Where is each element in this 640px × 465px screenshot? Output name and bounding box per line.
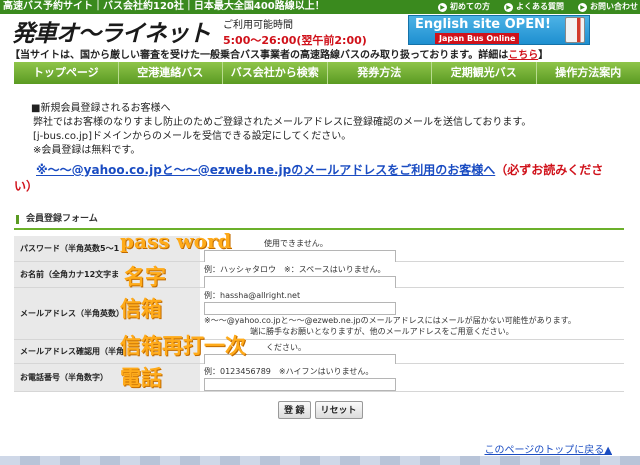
reset-button[interactable]: リセット bbox=[314, 401, 363, 419]
annotation-email-confirm: 信箱再打一次 bbox=[120, 333, 246, 358]
footer-strip bbox=[0, 456, 640, 465]
service-hours: ご利用可能時間 5:00〜26:00(翌午前2:00) bbox=[223, 16, 367, 48]
nav-sightseeing-bus[interactable]: 定期観光バス bbox=[432, 62, 537, 84]
phone-label: お電話番号（半角数字） bbox=[14, 364, 200, 391]
form-row-password: パスワード（半角英数5〜1 使用できません。 bbox=[14, 236, 624, 263]
top-links: ▶ 初めての方 ▶ よくある質問 ▶ お問い合わせ bbox=[424, 0, 638, 14]
header: 発車オ～ライネット ご利用可能時間 5:00〜26:00(翌午前2:00) En… bbox=[0, 14, 640, 47]
registration-intro: ■新規会員登録されるお客様へ 弊社ではお客様のなりすまし防止のためご登録されたメ… bbox=[31, 102, 532, 158]
email-warning-link[interactable]: ※〜〜@yahoo.co.jpと〜〜@ezweb.ne.jpのメールアドレスをご… bbox=[36, 163, 495, 177]
email-example: 例：hassha@allright.net bbox=[204, 291, 301, 300]
form-section-title: 会員登録フォーム bbox=[14, 213, 624, 226]
annotation-name: 名字 bbox=[124, 264, 166, 289]
arrow-circle-icon: ▶ bbox=[504, 2, 513, 12]
site-logo[interactable]: 発車オ～ライネット bbox=[12, 14, 211, 48]
english-site-banner[interactable]: English site OPEN! Japan Bus Online bbox=[408, 15, 590, 45]
intro-heading: ■新規会員登録されるお客様へ bbox=[31, 103, 171, 114]
top-bar: 高速バス予約サイト｜バス会社約120社｜日本最大全国400路線以上！ ▶ 初めての… bbox=[0, 0, 640, 14]
back-to-top-link[interactable]: このページのトップに戻る▲ bbox=[485, 441, 613, 456]
hours-label: ご利用可能時間 bbox=[223, 20, 293, 31]
arrow-circle-icon: ▶ bbox=[578, 2, 587, 12]
arrow-circle-icon: ▶ bbox=[438, 2, 447, 12]
name-label: お名前（全角カナ12文字ま bbox=[14, 262, 200, 287]
main-nav: トップページ 空港連絡バス バス会社から検索 発券方法 定期観光バス 操作方法案… bbox=[14, 62, 640, 84]
email-input[interactable] bbox=[204, 302, 396, 315]
name-hint: 例：ハッシャタロウ ※：スペースはいりません。 bbox=[204, 265, 386, 274]
email-warning: ※〜〜@yahoo.co.jpと〜〜@ezweb.ne.jpのメールアドレスをご… bbox=[14, 163, 604, 193]
phone-input[interactable] bbox=[204, 378, 396, 391]
email-confirm-hint: ください。 bbox=[266, 343, 306, 352]
form-row-email-confirm: メールアドレス確認用（半角 ください。 bbox=[14, 340, 624, 367]
annotation-phone: 電話 bbox=[120, 365, 162, 390]
bus-icon bbox=[565, 17, 585, 43]
form-row-name: お名前（全角カナ12文字ま 例：ハッシャタロウ ※：スペースはいりません。 bbox=[14, 262, 624, 289]
form-buttons: 登 録 リセット bbox=[278, 401, 363, 419]
banner-subtitle: Japan Bus Online bbox=[435, 33, 520, 44]
top-link-faq[interactable]: ▶ よくある質問 bbox=[504, 0, 564, 14]
password-hint: 使用できません。 bbox=[264, 239, 328, 248]
annotation-password: pass word bbox=[120, 229, 232, 253]
site-tagline: 高速バス予約サイト｜バス会社約120社｜日本最大全国400路線以上！ bbox=[3, 1, 325, 12]
nav-search-by-company[interactable]: バス会社から検索 bbox=[223, 62, 328, 84]
nav-top-page[interactable]: トップページ bbox=[14, 62, 119, 84]
site-notice: 【当サイトは、国から厳しい審査を受けた一般乗合バス事業者の高速路線バスのみ取り扱… bbox=[10, 50, 549, 61]
form-row-phone: お電話番号（半角数字） 例：0123456789 ※ハイフンはいりません。 bbox=[14, 364, 624, 392]
top-link-contact[interactable]: ▶ お問い合わせ bbox=[578, 0, 638, 14]
phone-hint: 例：0123456789 ※ハイフンはいりません。 bbox=[204, 367, 374, 376]
top-link-first-time[interactable]: ▶ 初めての方 bbox=[438, 0, 490, 14]
intro-line: ※会員登録は無料です。 bbox=[33, 145, 141, 156]
form-row-email: メールアドレス（半角英数） 例：hassha@allright.net ※〜〜@… bbox=[14, 288, 624, 340]
nav-ticketing[interactable]: 発券方法 bbox=[328, 62, 432, 84]
notice-details-link[interactable]: こちら bbox=[508, 50, 538, 61]
nav-airport-bus[interactable]: 空港連絡バス bbox=[119, 62, 223, 84]
intro-line: [j-bus.co.jp]ドメインからのメールを受信できる設定にしてください。 bbox=[33, 131, 352, 142]
registration-form: パスワード（半角英数5〜1 使用できません。 お名前（全角カナ12文字ま 例：ハ… bbox=[14, 236, 624, 392]
intro-line: 弊社ではお客様のなりすまし防止のためご登録されたメールアドレスに登録確認のメール… bbox=[33, 117, 532, 128]
divider bbox=[14, 228, 624, 230]
nav-how-to-use[interactable]: 操作方法案内 bbox=[537, 62, 640, 84]
banner-title: English site OPEN! bbox=[415, 17, 551, 32]
annotation-email: 信箱 bbox=[120, 296, 162, 321]
submit-button[interactable]: 登 録 bbox=[278, 401, 311, 419]
email-note: ※〜〜@yahoo.co.jpと〜〜@ezweb.ne.jpのメールアドレスには… bbox=[204, 316, 576, 325]
email-note-2: 端に勝手なお願いとなりますが、他のメールアドレスをご用意ください。 bbox=[250, 327, 514, 336]
